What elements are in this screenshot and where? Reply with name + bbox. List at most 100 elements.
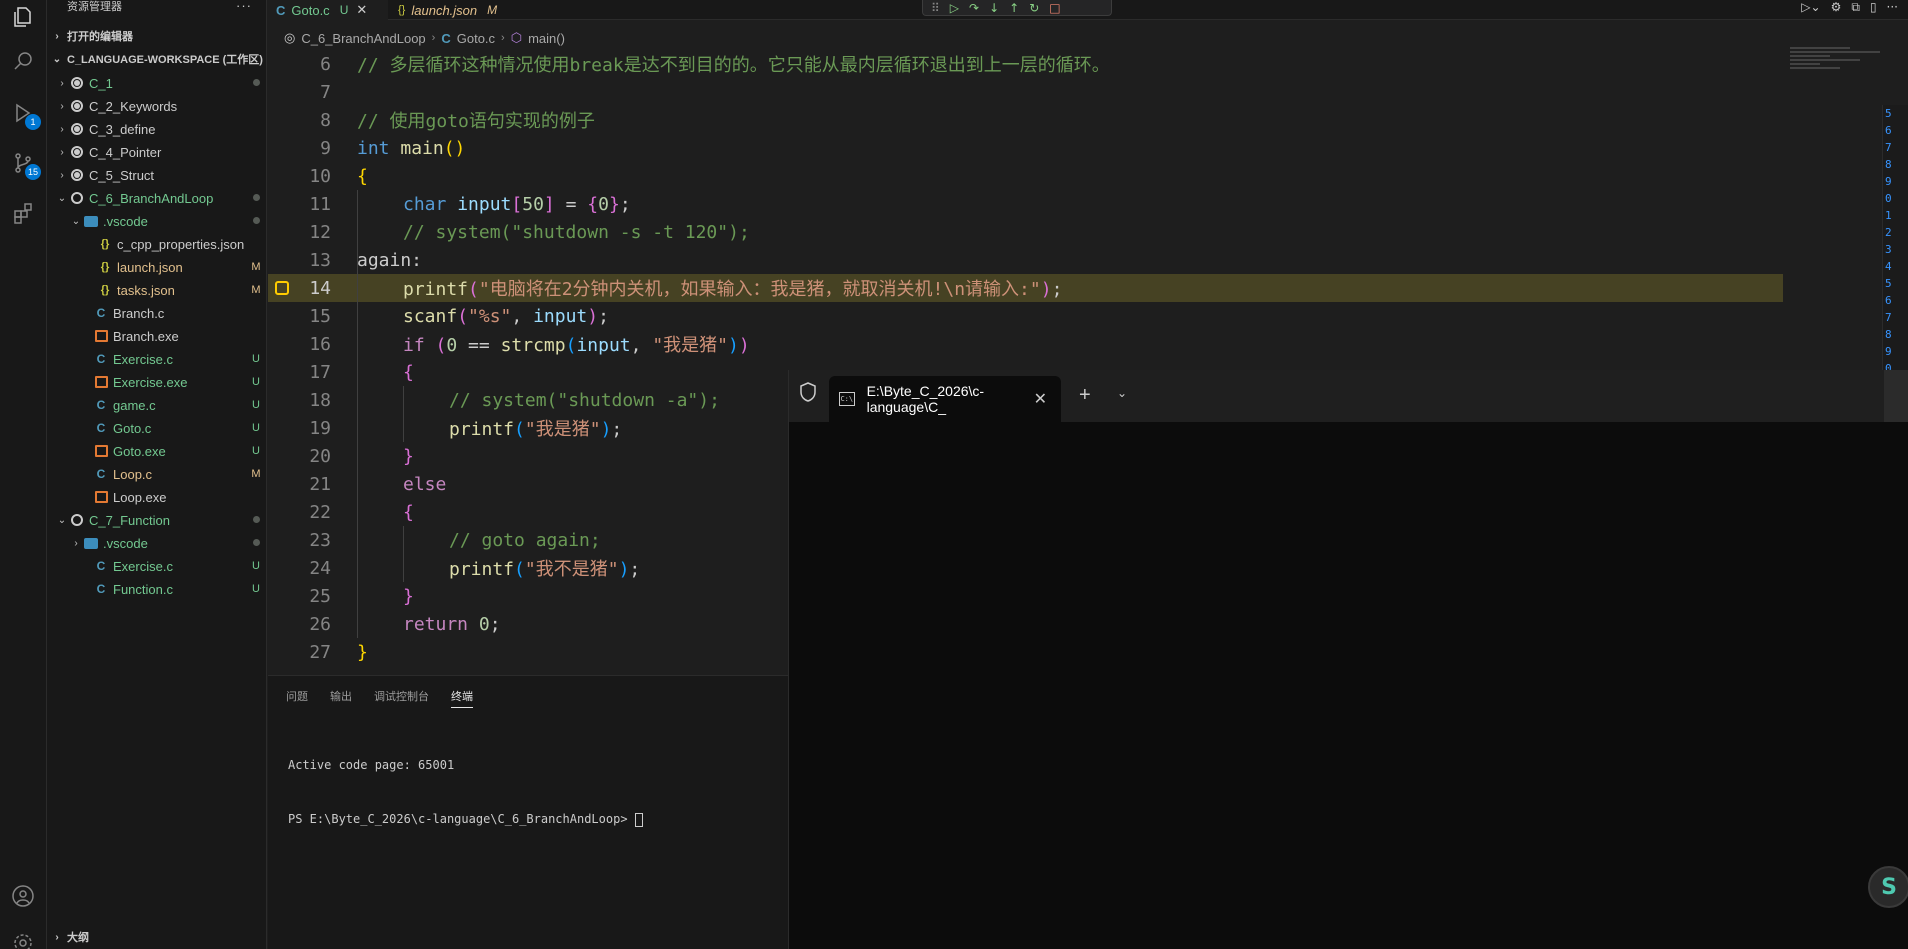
function-name: scanf [403, 305, 458, 327]
tree-folder-vscode[interactable]: ⌄ .vscode [47, 210, 267, 232]
tree-label: game.c [113, 397, 156, 413]
tab-problems[interactable]: 问题 [286, 688, 308, 708]
continue-icon[interactable]: ▷ [950, 1, 959, 15]
line-number: 10 [309, 165, 331, 187]
tree-file[interactable]: Branch.exe [47, 325, 267, 347]
tree-file[interactable]: C game.c U [47, 394, 267, 416]
tab-launch-json[interactable]: {} launch.json M [390, 0, 510, 20]
close-icon[interactable]: ✕ [356, 2, 367, 18]
tree-folder-c3[interactable]: › C_3_define [47, 118, 267, 140]
tab-goto-c[interactable]: C Goto.c U ✕ [268, 0, 388, 20]
tree-folder-c7[interactable]: ⌄ C_7_Function [47, 509, 267, 531]
tree-file[interactable]: Exercise.exe U [47, 371, 267, 393]
tree-file[interactable]: C Goto.c U [47, 417, 267, 439]
new-tab-plus-icon[interactable]: + [1079, 384, 1091, 407]
run-debug-icon[interactable]: 1 [10, 100, 41, 130]
repo-icon [69, 75, 85, 91]
account-icon[interactable] [10, 883, 36, 909]
tree-file[interactable]: C Branch.c [47, 302, 267, 324]
repo-icon [69, 121, 85, 137]
chevron-down-icon[interactable]: ⌄ [1117, 386, 1127, 400]
tree-label: C_1 [89, 75, 113, 91]
tree-file[interactable]: C Exercise.c U [47, 348, 267, 370]
tree-file[interactable]: Loop.exe [47, 486, 267, 508]
exe-file-icon [93, 489, 109, 505]
tab-output[interactable]: 输出 [330, 688, 352, 708]
breadcrumb-symbol[interactable]: main() [528, 31, 565, 46]
step-over-icon[interactable]: ↷ [969, 1, 979, 15]
tree-label: C_2_Keywords [89, 98, 178, 114]
tree-file[interactable]: Goto.exe U [47, 440, 267, 462]
workspace-section[interactable]: ⌄ C_LANGUAGE-WORKSPACE (工作区) [47, 49, 267, 69]
function-symbol-icon: ⬡ [510, 30, 523, 45]
assistant-float-icon[interactable]: S [1868, 866, 1908, 908]
tree-file[interactable]: {} launch.json M [47, 256, 267, 278]
gear-icon[interactable]: ⚙ [1831, 0, 1842, 16]
search-icon[interactable] [10, 48, 36, 74]
split-editor-icon[interactable]: ▯ [1870, 0, 1877, 16]
line-number: 17 [309, 361, 331, 383]
status-dot [245, 514, 267, 526]
more-actions-icon[interactable]: ··· [236, 0, 252, 13]
breadcrumb-file[interactable]: Goto.c [457, 31, 495, 46]
minimap[interactable] [1790, 45, 1908, 105]
explorer-icon[interactable] [10, 4, 36, 30]
line-number: 22 [309, 501, 331, 523]
tree-folder-c2[interactable]: › C_2_Keywords [47, 95, 267, 117]
chevron-right-icon: › [60, 100, 64, 112]
line-number: 21 [309, 473, 331, 495]
tree-file[interactable]: {} tasks.json M [47, 279, 267, 301]
exe-file-icon [93, 374, 109, 390]
tree-label: Exercise.exe [113, 374, 188, 390]
scm-badge: 15 [24, 164, 41, 180]
tree-label: C_5_Struct [89, 167, 155, 183]
tree-file[interactable]: C Function.c U [47, 578, 267, 600]
drag-handle-icon[interactable]: ⠿ [931, 1, 940, 15]
more-icon[interactable]: ··· [1887, 0, 1898, 16]
outline-section[interactable]: › 大纲 [47, 927, 267, 947]
settings-gear-icon[interactable] [10, 930, 36, 949]
workspace-label: C_LANGUAGE-WORKSPACE (工作区) [67, 54, 263, 66]
stop-icon[interactable]: □ [1049, 1, 1060, 15]
tree-folder-c4[interactable]: › C_4_Pointer [47, 141, 267, 163]
code-line: 15 scanf("%s", input); [268, 302, 1788, 330]
status-dot [245, 537, 267, 549]
restart-icon[interactable]: ↻ [1029, 1, 1039, 15]
git-status: M [251, 284, 261, 296]
debug-toolbar: ⠿ ▷ ↷ ↓ ↑ ↻ □ [922, 0, 1112, 16]
extensions-icon[interactable] [10, 200, 36, 226]
tree-label: Loop.c [113, 466, 153, 482]
tree-label: tasks.json [117, 282, 175, 298]
close-icon[interactable]: ✕ [1034, 389, 1047, 409]
tree-file[interactable]: C Loop.c M [47, 463, 267, 485]
source-control-icon[interactable]: 15 [10, 150, 41, 180]
chevron-right-icon: › [431, 32, 436, 44]
terminal-tab[interactable]: C:\ E:\Byte_C_2026\c-language\C_ ✕ [829, 376, 1061, 422]
json-file-icon: {} [100, 238, 110, 250]
line-number: 26 [309, 613, 331, 635]
tree-folder-c6[interactable]: ⌄ C_6_BranchAndLoop [47, 187, 267, 209]
string: "%s" [468, 305, 512, 327]
tree-file[interactable]: C Exercise.c U [47, 555, 267, 577]
tree-folder-c5[interactable]: › C_5_Struct [47, 164, 267, 186]
run-dropdown-icon[interactable]: ▷⌄ [1801, 0, 1820, 16]
step-into-icon[interactable]: ↓ [989, 1, 999, 15]
chevron-right-icon: › [55, 931, 59, 943]
function-name: printf [403, 279, 469, 300]
compare-icon[interactable]: ⧉ [1851, 0, 1860, 16]
tab-terminal[interactable]: 终端 [451, 688, 473, 708]
outline-label: 大纲 [67, 932, 89, 944]
integrated-terminal[interactable]: Active code page: 65001 PS E:\Byte_C_202… [288, 720, 643, 864]
debug-breakpoint-icon[interactable] [275, 281, 289, 295]
tree-label: Goto.exe [113, 443, 166, 459]
tree-folder-vscode[interactable]: › .vscode [47, 532, 267, 554]
tab-debug-console[interactable]: 调试控制台 [374, 688, 429, 708]
tree-label: Branch.c [113, 305, 165, 321]
tree-folder-c1[interactable]: › C_1 [47, 72, 267, 94]
open-editors-section[interactable]: › 打开的编辑器 [47, 26, 267, 46]
breadcrumb-folder[interactable]: C_6_BranchAndLoop [301, 31, 425, 46]
line-number: 24 [309, 557, 331, 579]
tree-file[interactable]: {} c_cpp_properties.json [47, 233, 267, 255]
tab-label: Goto.c [291, 2, 330, 18]
step-out-icon[interactable]: ↑ [1009, 1, 1019, 15]
